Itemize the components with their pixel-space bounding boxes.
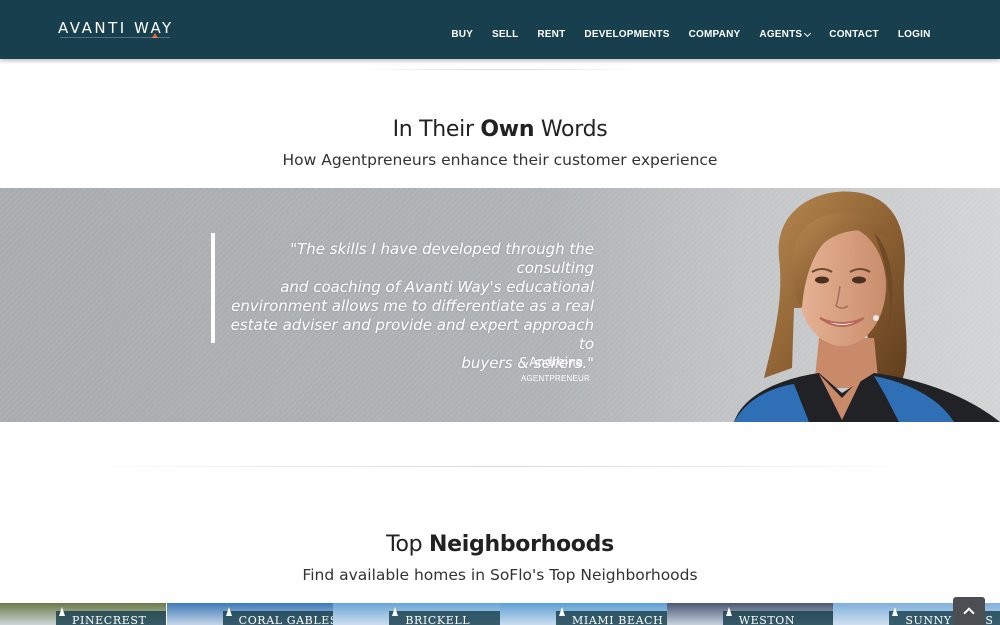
nav-sell[interactable]: SELL (483, 29, 528, 40)
scroll-to-top-button[interactable] (953, 597, 985, 625)
neighborhoods-title-bold: Neighborhoods (429, 532, 614, 557)
nav-login-label: LOGIN (897, 29, 931, 40)
top-navbar: AVANTI WAY BUY SELL RENT DEVELOPMENTS CO… (0, 0, 1000, 59)
testimonial-quote: "The skills I have developed through the… (222, 240, 594, 373)
nav-developments[interactable]: DEVELOPMENTS (575, 29, 679, 40)
testimonials-title-post: Words (534, 117, 608, 142)
section-divider-top (360, 69, 640, 70)
neighborhood-label: PINECREST (56, 607, 167, 625)
main-nav: BUY SELL RENT DEVELOPMENTS COMPANY AGENT… (442, 29, 940, 40)
quote-bar (211, 233, 215, 343)
quote-line: estate adviser and provide and expert ap… (230, 316, 594, 353)
testimonials-title: In Their Own Words (0, 117, 1000, 142)
quote-line: "The skills I have developed through the… (290, 240, 594, 277)
neighborhoods-subtitle: Find available homes in SoFlo's Top Neig… (302, 566, 698, 584)
nav-rent[interactable]: RENT (528, 29, 575, 40)
nav-agents[interactable]: AGENTS (750, 29, 820, 40)
neighborhoods-title-pre: Top (386, 532, 430, 557)
nav-contact[interactable]: CONTACT (820, 29, 889, 40)
testimonials-subtitle: How Agentpreneurs enhance their customer… (282, 151, 718, 169)
nav-agents-label: AGENTS (759, 29, 803, 40)
quote-line: and coaching of Avanti Way's educational (280, 278, 594, 296)
neighborhood-tiles: PINECREST CORAL GABLES BRICKELL MIAMI BE… (0, 603, 1000, 625)
testimonial-author: - Andreina (521, 355, 583, 369)
nav-company-label: COMPANY (688, 29, 741, 40)
nav-developments-label: DEVELOPMENTS (584, 29, 670, 40)
neighborhood-tile-weston[interactable]: WESTON (666, 603, 834, 625)
testimonials-title-pre: In Their (392, 117, 481, 142)
neighborhood-label: BRICKELL (389, 607, 500, 625)
testimonials-title-bold: Own (480, 117, 535, 142)
testimonial-role: AGENTPRENEUR (520, 374, 590, 383)
section-divider-middle (70, 466, 930, 467)
avanti-way-logo[interactable]: AVANTI WAY (58, 19, 174, 38)
neighborhoods-title: Top Neighborhoods (0, 532, 1000, 557)
neighborhood-label: MIAMI BEACH (556, 607, 667, 625)
nav-contact-label: CONTACT (829, 29, 879, 40)
nav-buy[interactable]: BUY (442, 29, 483, 40)
nav-company[interactable]: COMPANY (679, 29, 750, 40)
logo-tagline-line (60, 37, 170, 38)
quote-line: environment allows me to differentiate a… (231, 297, 594, 315)
chevron-down-icon (804, 29, 812, 37)
nav-buy-label: BUY (451, 29, 474, 40)
nav-sell-label: SELL (492, 29, 519, 40)
neighborhood-label: WESTON (722, 607, 834, 625)
neighborhood-tile-coral-gables[interactable]: CORAL GABLES (166, 603, 334, 625)
chevron-up-icon (963, 607, 975, 619)
nav-rent-label: RENT (537, 29, 566, 40)
agent-portrait (734, 191, 1000, 422)
neighborhood-tile-brickell[interactable]: BRICKELL (333, 603, 500, 625)
nav-login[interactable]: LOGIN (888, 29, 940, 40)
neighborhood-label: CORAL GABLES (222, 607, 334, 625)
neighborhood-tile-pinecrest[interactable]: PINECREST (0, 603, 167, 625)
neighborhood-tile-miami-beach[interactable]: MIAMI BEACH (500, 603, 667, 625)
testimonial-banner: "The skills I have developed through the… (0, 188, 1000, 422)
